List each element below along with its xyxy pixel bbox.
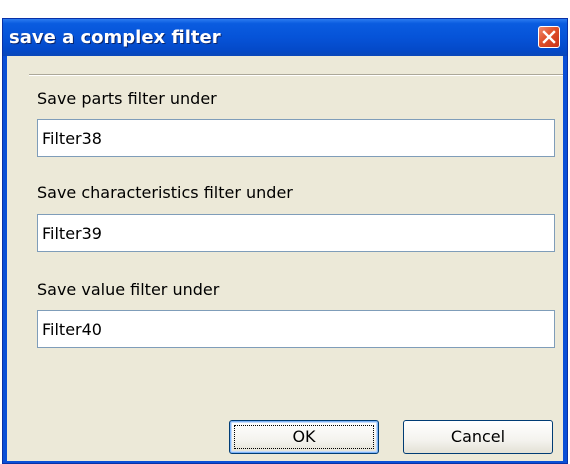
close-icon [542, 30, 556, 44]
parts-filter-label: Save parts filter under [37, 89, 217, 108]
value-filter-label: Save value filter under [37, 280, 220, 299]
value-filter-input[interactable] [37, 310, 555, 348]
dialog-window: save a complex filter Save parts filter … [2, 18, 568, 464]
desktop-background: save a complex filter Save parts filter … [0, 0, 570, 464]
dialog-title: save a complex filter [9, 27, 221, 48]
characteristics-filter-label: Save characteristics filter under [37, 183, 293, 202]
ok-button-label: OK [292, 427, 316, 446]
dialog-body: Save parts filter under Save characteris… [7, 56, 563, 461]
cancel-button[interactable]: Cancel [403, 420, 553, 454]
characteristics-filter-input[interactable] [37, 214, 555, 252]
cancel-button-label: Cancel [450, 427, 506, 446]
background-window-fragment [260, 0, 570, 10]
close-button[interactable] [538, 26, 560, 48]
title-bar[interactable]: save a complex filter [3, 19, 567, 56]
ok-button[interactable]: OK [229, 420, 379, 454]
separator [29, 74, 563, 76]
parts-filter-input[interactable] [37, 119, 555, 157]
